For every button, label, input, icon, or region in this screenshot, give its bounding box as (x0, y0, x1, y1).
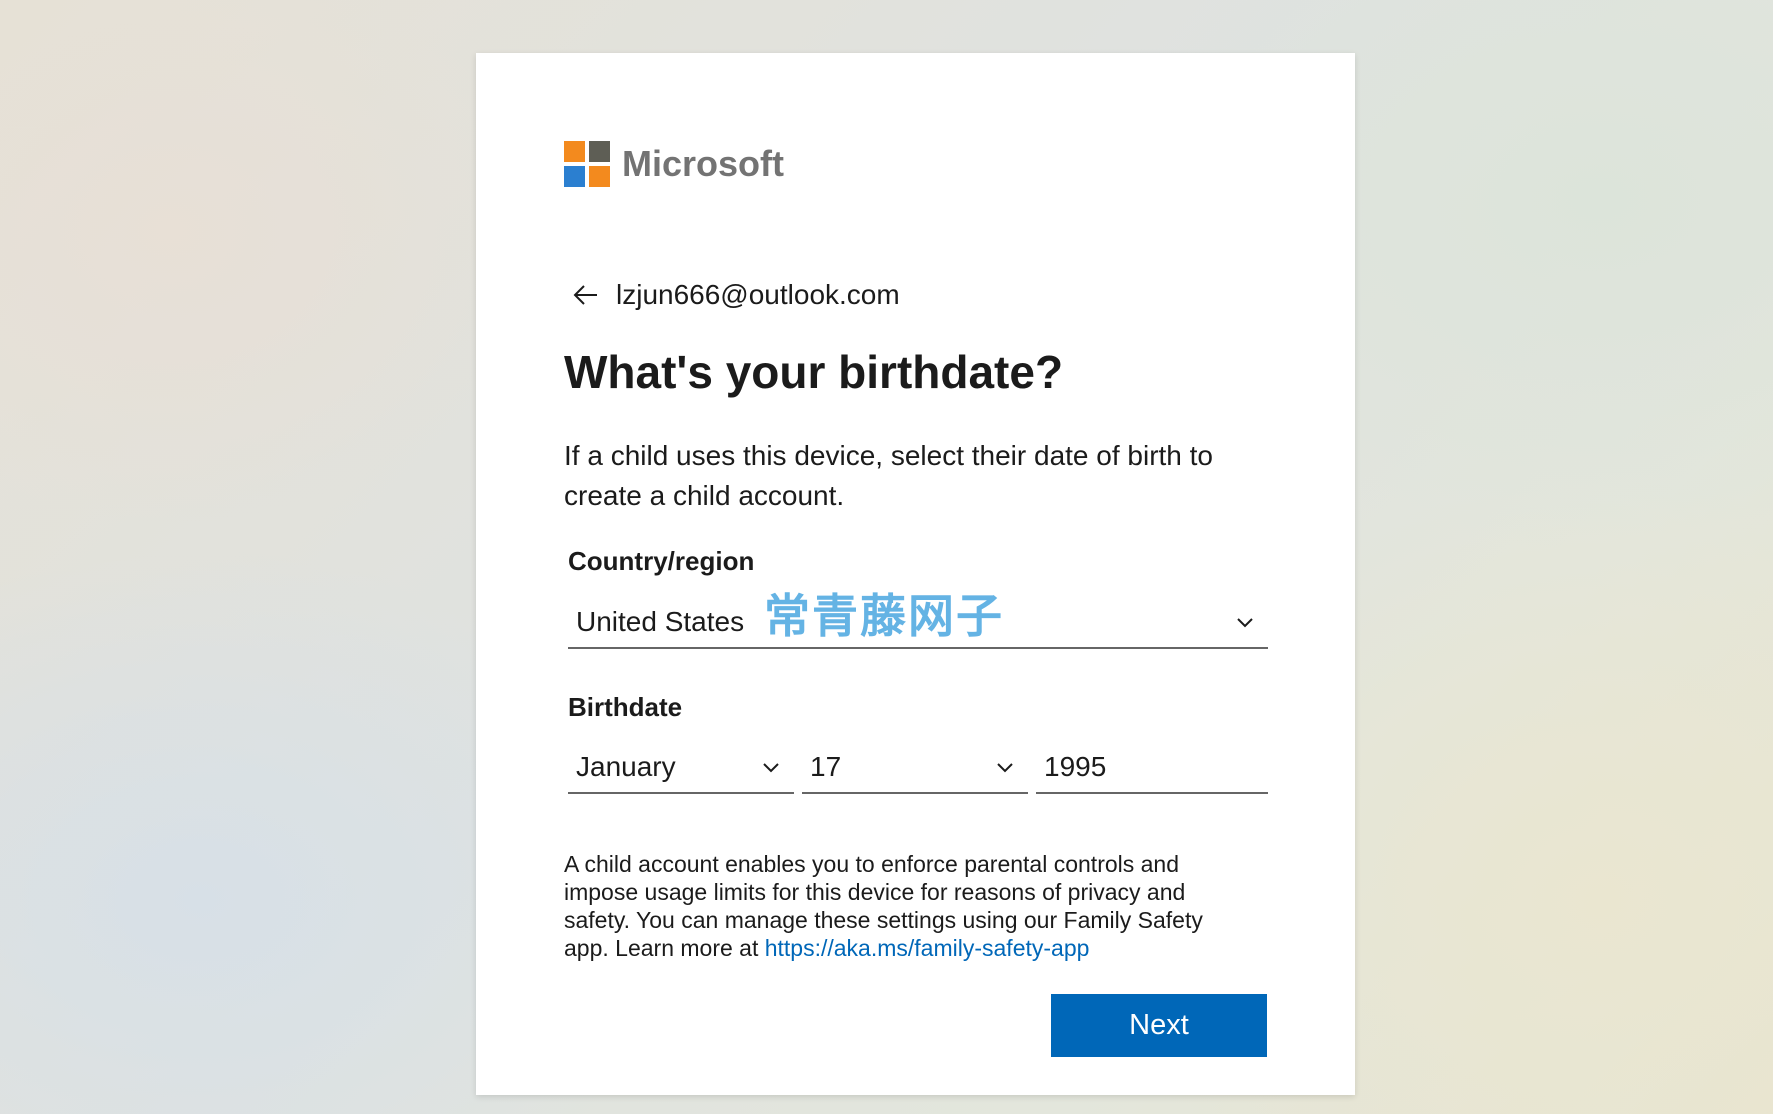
day-value: 17 (810, 751, 842, 782)
chevron-down-icon (1237, 618, 1253, 628)
microsoft-logo-icon (564, 141, 610, 187)
chevron-down-icon (997, 763, 1013, 773)
back-arrow-icon[interactable] (572, 281, 600, 309)
month-select[interactable]: January (568, 742, 794, 794)
page-title: What's your birthdate? (564, 346, 1064, 398)
next-button[interactable]: Next (1051, 994, 1267, 1057)
account-email: lzjun666@outlook.com (616, 279, 900, 310)
family-safety-link[interactable]: https://aka.ms/family-safety-app (765, 935, 1090, 961)
month-value: January (576, 751, 676, 782)
chevron-down-icon (763, 763, 779, 773)
year-input[interactable]: 1995 (1036, 742, 1268, 794)
page-description: If a child uses this device, select thei… (564, 440, 1214, 511)
child-account-info: A child account enables you to enforce p… (564, 850, 1244, 962)
country-label: Country/region (568, 546, 755, 576)
brand-name: Microsoft (622, 143, 784, 184)
signup-card: Microsoft lzjun666@outlook.com What's yo… (476, 53, 1355, 1095)
account-row: lzjun666@outlook.com (572, 279, 900, 311)
microsoft-logo: Microsoft (564, 141, 784, 187)
watermark-text: 常青藤网子 (764, 590, 1004, 642)
year-value: 1995 (1044, 751, 1107, 782)
day-select[interactable]: 17 (802, 742, 1028, 794)
birthdate-label: Birthdate (568, 692, 683, 722)
